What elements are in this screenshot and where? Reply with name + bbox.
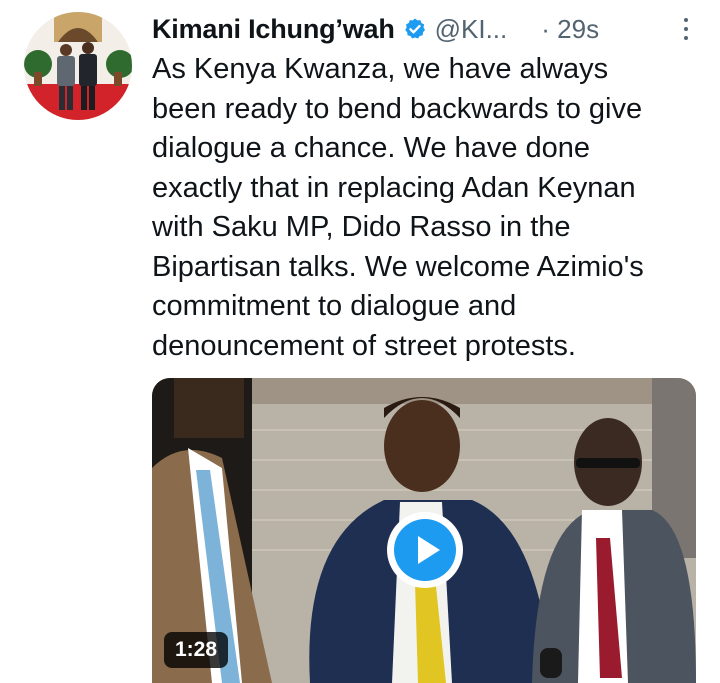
tweet-header: Kimani Ichung’wah @KI... · 29s <box>152 12 692 46</box>
avatar[interactable] <box>24 12 132 120</box>
more-options-icon[interactable] <box>674 14 698 44</box>
avatar-photo <box>24 12 132 120</box>
tweet-text: As Kenya Kwanza, we have always been rea… <box>152 53 644 362</box>
author-handle[interactable]: @KI... <box>435 14 508 45</box>
play-button[interactable] <box>387 512 463 588</box>
timestamp[interactable]: · 29s <box>541 14 599 45</box>
author-name[interactable]: Kimani Ichung’wah <box>152 14 395 45</box>
video-duration: 1:28 <box>164 632 229 668</box>
verified-badge-icon <box>404 18 425 39</box>
video-media[interactable]: 1:28 <box>152 378 696 683</box>
play-icon <box>394 519 456 581</box>
